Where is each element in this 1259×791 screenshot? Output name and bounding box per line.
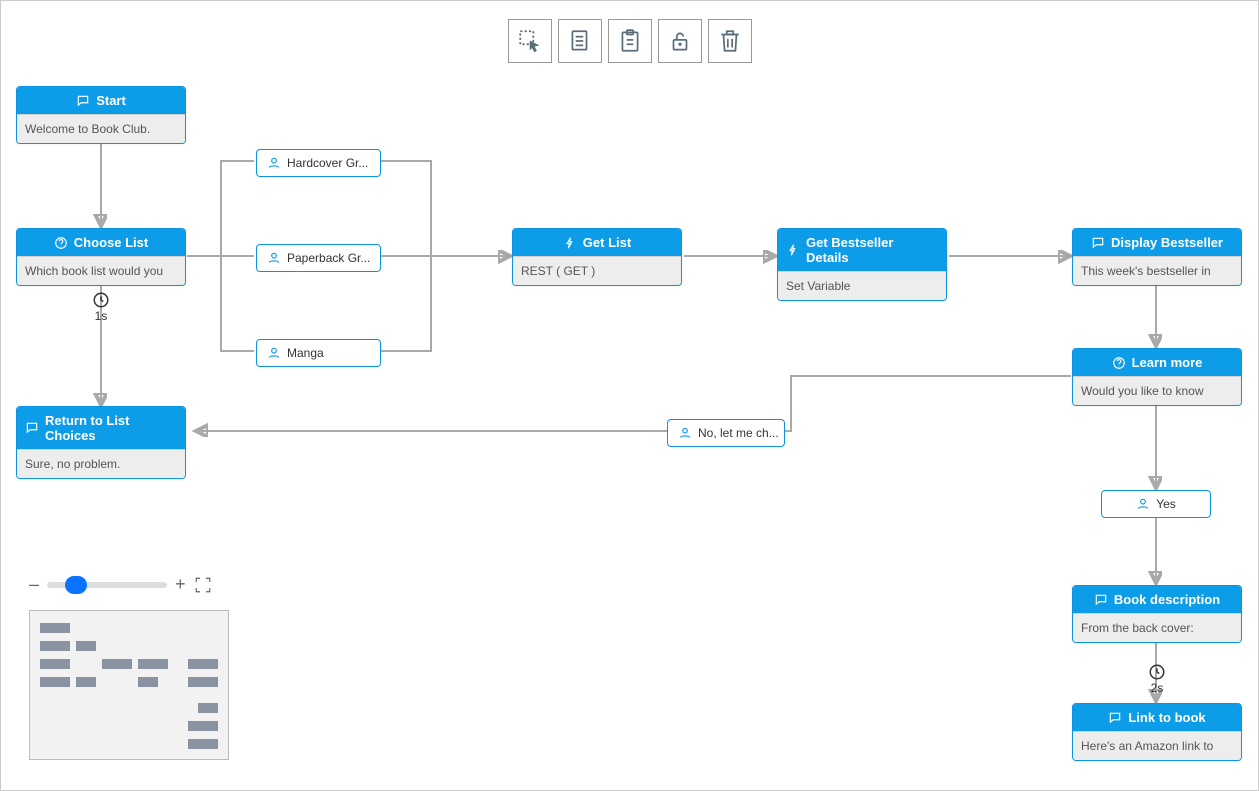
question-icon (54, 236, 68, 250)
node-header: Choose List (17, 229, 185, 256)
node-header: Get List (513, 229, 681, 256)
node-get-list[interactable]: Get List REST ( GET ) (512, 228, 682, 286)
node-title: Display Bestseller (1111, 235, 1223, 250)
choice-label: Yes (1156, 497, 1176, 511)
unlock-button[interactable] (658, 19, 702, 63)
node-body: Which book list would you (17, 256, 185, 285)
node-body: Would you like to know (1073, 376, 1241, 405)
choice-hardcover[interactable]: Hardcover Gr... (256, 149, 381, 177)
toolbar (508, 19, 752, 63)
node-title: Book description (1114, 592, 1220, 607)
delay-label: 2s (1151, 681, 1164, 695)
chat-icon (1091, 236, 1105, 250)
node-learn-more[interactable]: Learn more Would you like to know (1072, 348, 1242, 406)
delete-button[interactable] (708, 19, 752, 63)
chat-icon (76, 94, 90, 108)
select-tool-button[interactable] (508, 19, 552, 63)
user-choice-icon (267, 156, 281, 170)
node-body: Here's an Amazon link to (1073, 731, 1241, 760)
node-header: Learn more (1073, 349, 1241, 376)
chat-icon (1108, 711, 1122, 725)
fit-to-screen-button[interactable] (194, 576, 212, 594)
node-header: Link to book (1073, 704, 1241, 731)
choice-no-let-me[interactable]: No, let me ch... (667, 419, 785, 447)
copy-button[interactable] (558, 19, 602, 63)
delay-1s: 1s (92, 291, 110, 323)
node-title: Get List (583, 235, 631, 250)
node-title: Start (96, 93, 126, 108)
question-icon (1112, 356, 1126, 370)
choice-yes[interactable]: Yes (1101, 490, 1211, 518)
zoom-slider[interactable] (47, 582, 167, 588)
minimap[interactable] (29, 610, 229, 760)
user-choice-icon (267, 346, 281, 360)
choice-label: Paperback Gr... (287, 251, 370, 265)
choice-paperback[interactable]: Paperback Gr... (256, 244, 381, 272)
node-get-bestseller-details[interactable]: Get Bestseller Details Set Variable (777, 228, 947, 301)
node-header: Get Bestseller Details (778, 229, 946, 271)
node-start[interactable]: Start Welcome to Book Club. (16, 86, 186, 144)
node-title: Return to List Choices (45, 413, 177, 443)
choice-label: No, let me ch... (698, 426, 779, 440)
delay-2s: 2s (1148, 663, 1166, 695)
user-choice-icon (267, 251, 281, 265)
node-display-bestseller[interactable]: Display Bestseller This week's bestselle… (1072, 228, 1242, 286)
user-choice-icon (1136, 497, 1150, 511)
node-choose-list[interactable]: Choose List Which book list would you (16, 228, 186, 286)
chat-icon (1094, 593, 1108, 607)
action-icon (563, 236, 577, 250)
node-body: REST ( GET ) (513, 256, 681, 285)
node-header: Return to List Choices (17, 407, 185, 449)
clock-icon (1148, 663, 1166, 681)
node-title: Learn more (1132, 355, 1203, 370)
zoom-controls: – + (29, 574, 212, 595)
chat-icon (25, 421, 39, 435)
zoom-out-button[interactable]: – (29, 574, 39, 595)
flow-canvas[interactable]: Start Welcome to Book Club. Choose List … (0, 0, 1259, 791)
node-header: Start (17, 87, 185, 114)
node-body: Welcome to Book Club. (17, 114, 185, 143)
node-header: Book description (1073, 586, 1241, 613)
clock-icon (92, 291, 110, 309)
user-choice-icon (678, 426, 692, 440)
node-body: Set Variable (778, 271, 946, 300)
paste-button[interactable] (608, 19, 652, 63)
action-icon (786, 243, 800, 257)
choice-label: Manga (287, 346, 324, 360)
node-body: Sure, no problem. (17, 449, 185, 478)
zoom-slider-thumb[interactable] (65, 576, 87, 594)
node-header: Display Bestseller (1073, 229, 1241, 256)
delay-label: 1s (95, 309, 108, 323)
zoom-in-button[interactable]: + (175, 574, 186, 595)
node-title: Link to book (1128, 710, 1205, 725)
node-title: Get Bestseller Details (806, 235, 938, 265)
node-link-to-book[interactable]: Link to book Here's an Amazon link to (1072, 703, 1242, 761)
node-return-to-list[interactable]: Return to List Choices Sure, no problem. (16, 406, 186, 479)
choice-manga[interactable]: Manga (256, 339, 381, 367)
node-body: From the back cover: (1073, 613, 1241, 642)
node-title: Choose List (74, 235, 148, 250)
choice-label: Hardcover Gr... (287, 156, 368, 170)
node-body: This week's bestseller in (1073, 256, 1241, 285)
node-book-description[interactable]: Book description From the back cover: (1072, 585, 1242, 643)
